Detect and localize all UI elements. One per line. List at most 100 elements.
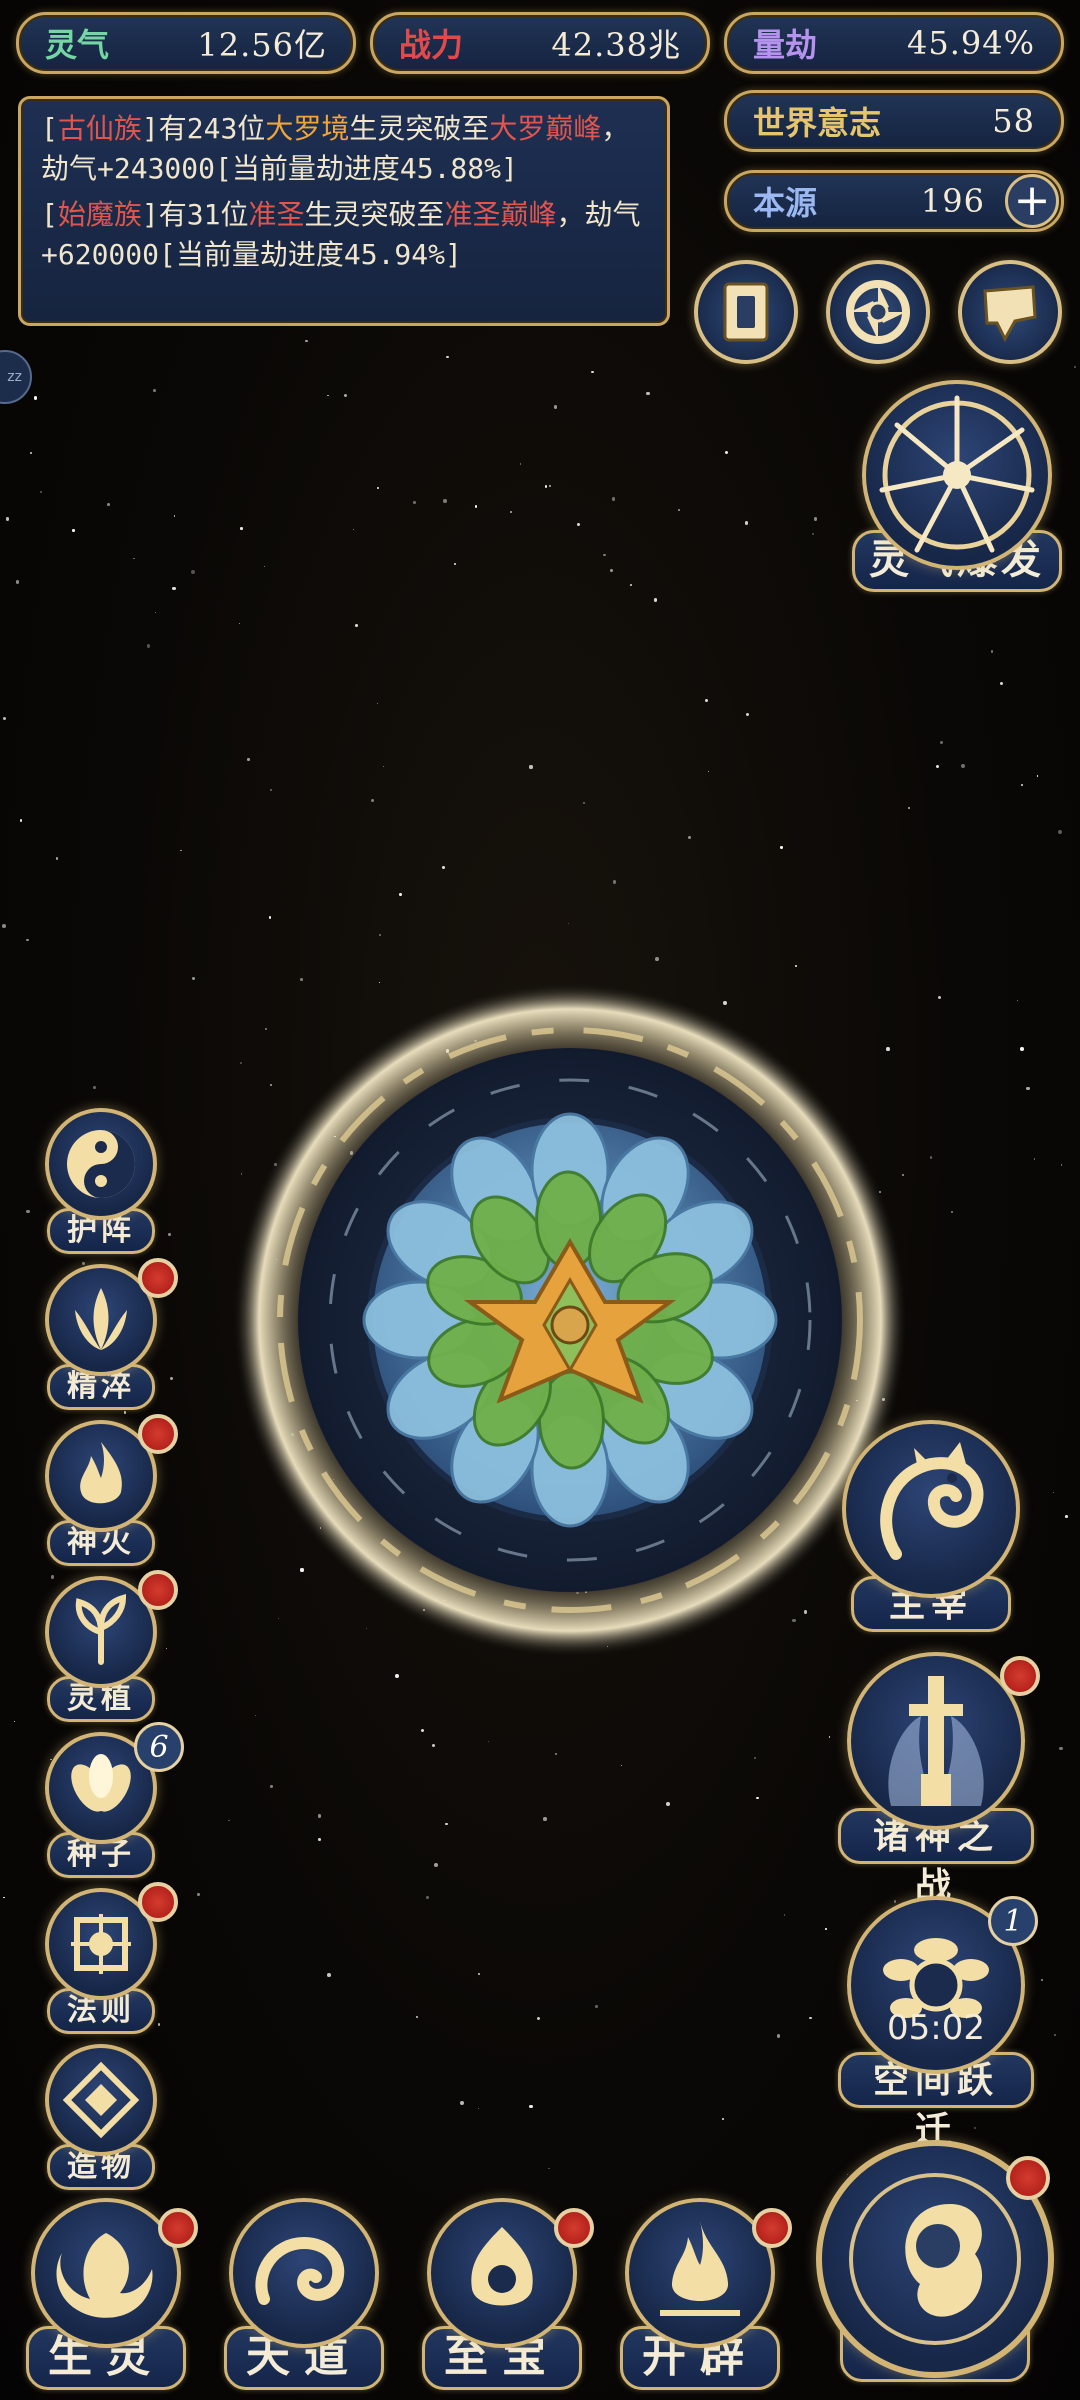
star [398,892,402,896]
star [426,1895,430,1899]
nav-zhibao[interactable]: 至宝 [412,2198,594,2390]
star [828,1736,831,1738]
star [999,681,1003,685]
star [529,765,533,769]
seed-icon [71,1754,131,1812]
star [756,1796,759,1799]
star [745,521,749,525]
notification-dot [1006,2156,1050,2200]
nav-tiandao[interactable]: 天道 [214,2198,394,2390]
star [191,570,196,574]
message-segment: 准圣巅峰 [444,198,557,231]
star [92,1086,96,1090]
star [40,491,42,493]
notification-dot [138,1258,178,1298]
star [421,1728,425,1732]
zhushen-button[interactable]: 诸神之战 [838,1652,1040,1907]
star [725,450,729,454]
star [370,798,375,803]
star [612,880,617,884]
star [1026,1086,1030,1091]
star [935,765,939,769]
vortex-icon [846,280,910,344]
star [646,391,650,396]
kongjian-button[interactable]: 05:02 空间跃迁 1 [838,1896,1038,2151]
jingcui-button[interactable]: 精淬 [38,1258,178,1410]
shenhuo-button[interactable]: 神火 [38,1414,178,1566]
star [754,1756,757,1760]
world-planet[interactable] [230,980,910,1660]
star [172,587,176,591]
lingqi-burst-button[interactable]: 灵气爆发 [852,380,1062,592]
star [940,740,944,744]
star [745,712,750,716]
sword-icon [888,1676,984,1806]
zaowu-emblem [45,2044,157,2156]
star [123,1411,126,1414]
star [529,2105,533,2109]
star [318,1814,322,1818]
star [3,1896,5,1899]
vortex-button[interactable] [826,260,930,364]
huzhen-button[interactable]: 护阵 [38,1108,164,1254]
star [327,394,329,397]
zaowu-button[interactable]: 造物 [38,2044,164,2190]
star [1053,2034,1057,2037]
artifact-icon [62,2061,140,2139]
star [678,509,681,512]
star [153,388,157,392]
star [721,2117,724,2120]
side-drawer-tab[interactable]: zz [0,350,32,404]
star [621,1764,623,1766]
star [510,511,512,514]
card-button[interactable] [694,260,798,364]
star [704,699,708,703]
star [173,515,175,517]
nav-kaipi[interactable]: 开辟 [610,2198,792,2390]
resource-value: 45.94% [906,24,1035,62]
message-segment: 准圣 [248,198,305,231]
star [973,2126,977,2130]
star [1040,1979,1043,1982]
star [549,485,552,488]
star [305,340,308,343]
lingzhi-button[interactable]: 灵植 [38,1570,178,1722]
star [317,1838,321,1842]
star [33,396,38,400]
nav-shengling[interactable]: 生灵 [16,2198,198,2390]
star [106,503,110,507]
star [326,1973,331,1978]
message-segment: 生灵突破至 [349,112,490,145]
message-segment: 始魔族 [57,198,142,231]
resource-label: 战力 [399,26,464,64]
star [1059,1746,1063,1751]
star [415,2016,418,2018]
notification-dot [752,2208,792,2248]
star [5,517,10,522]
star [582,802,586,805]
star [56,857,59,860]
zhuzai-button[interactable]: 主宰 [842,1420,1020,1632]
star [453,562,457,566]
banner-button[interactable] [958,260,1062,364]
faze-button[interactable]: 法则 [38,1882,178,2034]
burst-emblem [862,380,1052,570]
zhuzai-emblem [842,1420,1020,1598]
yunyu-button[interactable]: 孕育 [816,2140,1054,2382]
star [595,2005,598,2008]
star [344,393,348,397]
star [353,528,355,530]
star [653,598,658,603]
zhongzi-button[interactable]: 种子 6 [38,1722,184,1878]
star [1074,366,1077,369]
side-tab-label: zz [7,369,22,385]
star [180,849,182,852]
star [434,1863,438,1868]
resource-value: 58 [992,102,1035,140]
star [168,1233,171,1236]
star [1036,775,1039,777]
add-benyuan-button[interactable]: + [1005,174,1059,228]
star [15,580,19,584]
star [228,1819,230,1822]
rune-icon [71,1914,131,1974]
